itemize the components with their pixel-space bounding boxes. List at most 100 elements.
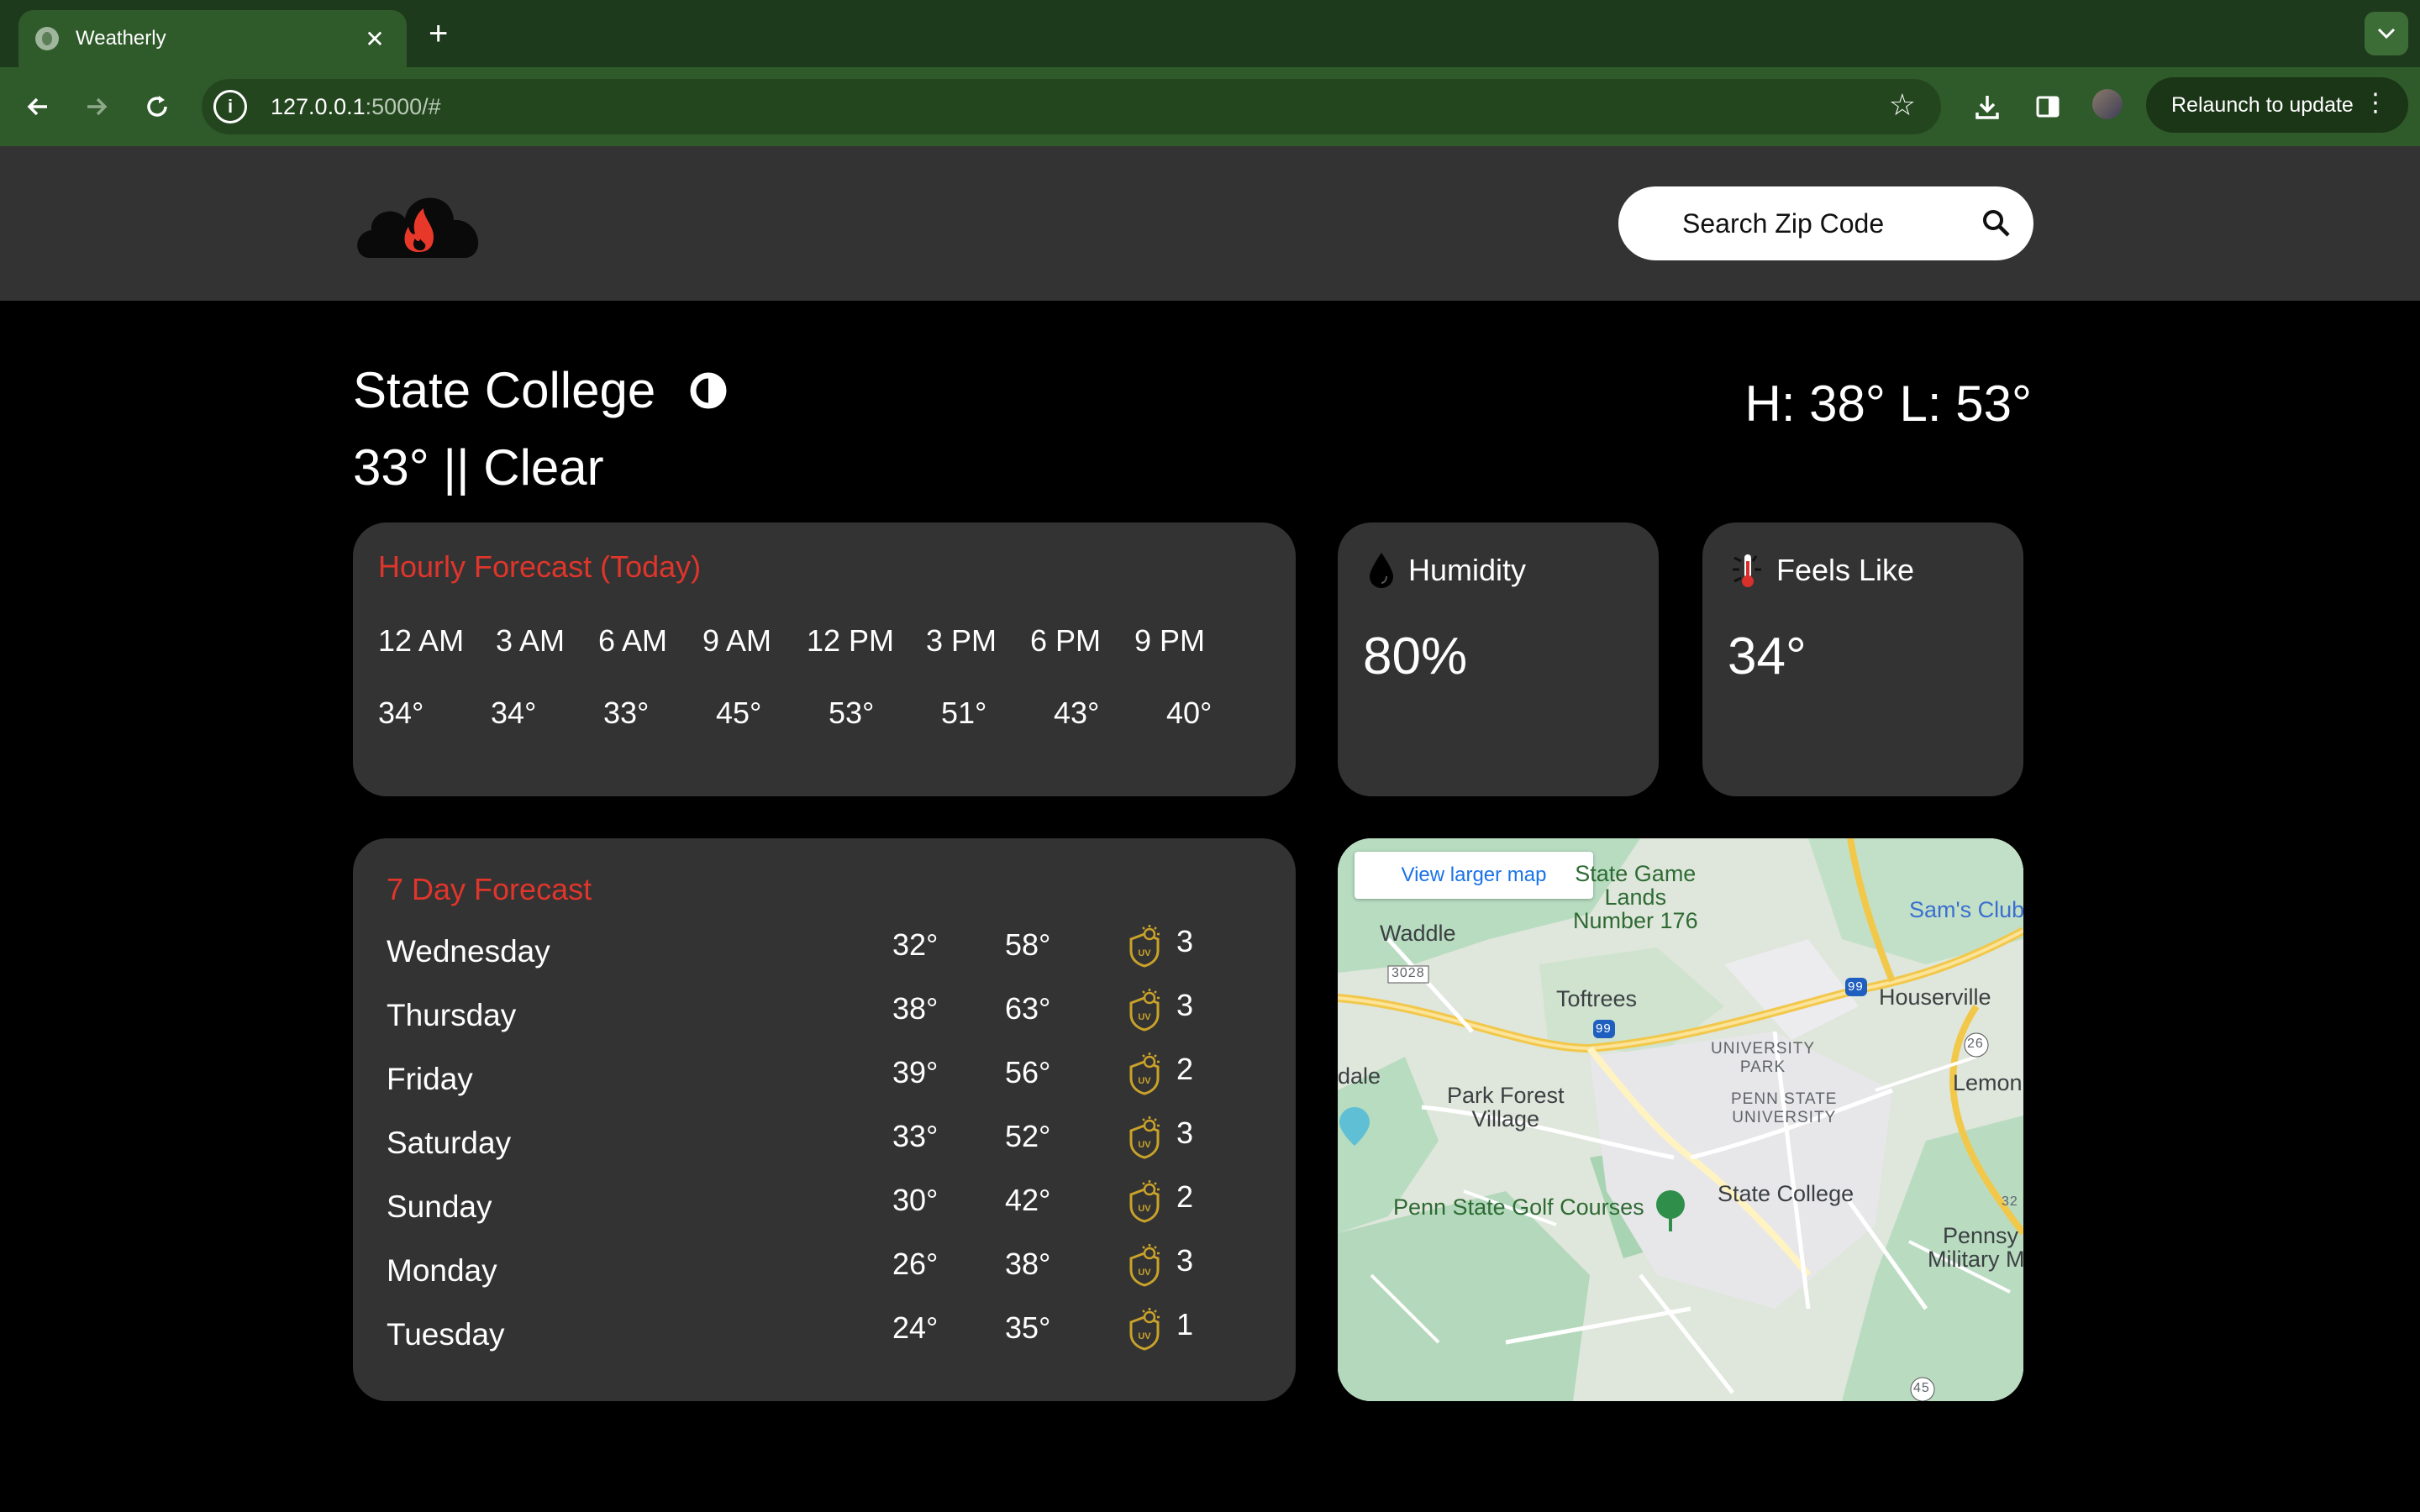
day-low-temp: 39° [892,1055,939,1089]
map-label: Pennsy [1943,1223,2019,1248]
hour-temp: 53° [829,696,875,730]
feels-like-value: 34° [1728,627,1807,685]
map-label: State Game Lands Number 176 [1573,861,1698,933]
browser-toolbar: i 127.0.0.1:5000/# ☆ [0,67,2420,146]
arrow-right-icon [87,97,108,116]
uv-index-icon: UV [1129,1244,1160,1287]
forward-button[interactable] [76,86,118,128]
profile-avatar[interactable] [2092,89,2123,119]
globe-icon [35,27,59,50]
current-summary: 33° || Clear [353,439,604,496]
reload-button[interactable] [136,86,178,128]
map-embed[interactable]: View larger map State Game Lands Number … [1338,838,2023,1401]
bookmark-star-icon[interactable]: ☆ [1889,87,1916,123]
uv-index-value: 3 [1176,988,1194,1022]
svg-text:UV: UV [1138,948,1151,958]
map-label: Toftrees [1556,986,1638,1011]
forecast-day-row: Sunday 30° 42° UV 2 [353,1179,1296,1247]
day-name: Friday [387,1062,473,1096]
high-low: H: 38° L: 53° [1744,375,2032,432]
forecast-day-row: Monday 26° 38° UV 3 [353,1243,1296,1310]
hour-label: 12 AM [378,623,465,658]
app-header: Search Zip Code [0,146,2420,301]
svg-text:UV: UV [1138,1012,1151,1022]
humidity-label: Humidity [1408,553,1527,587]
view-larger-map-link[interactable]: View larger map [1355,852,1593,899]
map-label: Penn State Golf Courses [1393,1194,1644,1220]
fire-cloud-logo-icon[interactable] [353,186,487,262]
svg-text:UV: UV [1138,1268,1151,1278]
search-icon[interactable] [1960,186,2033,260]
uv-index-icon: UV [1129,1116,1160,1159]
side-panel-icon [2036,96,2060,118]
site-info-icon[interactable]: i [213,90,247,123]
day-name: Monday [387,1253,497,1288]
back-button[interactable] [17,86,59,128]
forecast-day-row: Tuesday 24° 35° UV 1 [353,1307,1296,1374]
hour-temp: 34° [378,696,424,730]
hour-temp: 40° [1166,696,1213,730]
map-label: 3028 [1392,966,1425,980]
svg-text:UV: UV [1138,1140,1151,1150]
day-name: Saturday [387,1126,512,1160]
day-name: Wednesday [387,934,550,969]
uv-index-icon: UV [1129,1180,1160,1223]
hour-temp: 33° [603,696,650,730]
browser-tab[interactable]: Weatherly ✕ [18,10,407,67]
water-drop-icon [1370,553,1393,588]
tab-search-button[interactable] [2365,12,2408,55]
hour-label: 3 PM [926,623,997,658]
day-high-temp: 52° [1005,1119,1051,1153]
day-low-temp: 33° [892,1119,939,1153]
relaunch-button[interactable]: Relaunch to update ⋮ [2146,77,2408,133]
forecast-day-row: Friday 39° 56° UV 2 [353,1052,1296,1119]
humidity-card: Humidity 80% [1338,522,1659,796]
tab-title: Weatherly [76,27,166,50]
zip-search-input[interactable]: Search Zip Code [1682,208,1960,239]
uv-index-value: 2 [1176,1052,1194,1086]
day-low-temp: 24° [892,1310,939,1345]
map-label: UNIVERSITY PARK [1711,1040,1816,1076]
uv-index-value: 1 [1176,1307,1194,1341]
svg-text:UV: UV [1138,1331,1151,1341]
city-name: State College [353,362,656,418]
hour-label: 3 AM [496,623,566,658]
hour-temp: 43° [1054,696,1100,730]
map-label: Houserville [1879,984,1991,1010]
hour-label: 6 AM [598,623,668,658]
chevron-down-icon [2377,28,2396,39]
day-high-temp: 42° [1005,1183,1051,1217]
hour-temp: 45° [716,696,762,730]
download-button[interactable] [1965,84,2010,129]
zip-search-bar[interactable]: Search Zip Code [1618,186,2033,260]
day-name: Tuesday [387,1317,505,1352]
close-tab-button[interactable]: ✕ [360,25,390,53]
forecast-day-row: Thursday 38° 63° UV 3 [353,988,1296,1055]
feels-like-card: Feels Like 34° [1702,522,2023,796]
hour-label: 6 PM [1030,623,1102,658]
forecast-day-row: Saturday 33° 52° UV 3 [353,1116,1296,1183]
url-path: :5000/# [365,93,441,119]
day-high-temp: 35° [1005,1310,1051,1345]
address-bar[interactable]: i 127.0.0.1:5000/# ☆ [202,79,1941,134]
hour-temp: 51° [941,696,987,730]
new-tab-button[interactable]: + [429,13,448,54]
map-label: 45 [1913,1381,1930,1395]
map-label: PENN STATE UNIVERSITY [1731,1090,1838,1126]
map-label: 32 [2002,1194,2018,1209]
kebab-menu-icon[interactable]: ⋮ [2363,89,2388,118]
side-panel-button[interactable] [2025,84,2070,129]
uv-index-value: 3 [1176,1243,1194,1278]
uv-index-value: 2 [1176,1179,1194,1214]
hour-label: 12 PM [807,623,895,658]
day-high-temp: 56° [1005,1055,1051,1089]
hourly-forecast-card: Hourly Forecast (Today) 12 AM 3 AM 6 AM … [353,522,1296,796]
map-label: 26 [1967,1037,1984,1051]
browser-tab-strip: Weatherly ✕ + [0,0,2420,67]
forecast-day-row: Wednesday 32° 58° UV 3 [353,924,1296,991]
seven-day-forecast-card: 7 Day Forecast Wednesday 32° 58° UV 3 Thursda… [353,838,1296,1401]
day-low-temp: 38° [892,991,939,1026]
map-label: 99 [1848,979,1864,994]
uv-index-value: 3 [1176,1116,1194,1150]
map-label: Park Forest Village [1447,1083,1565,1131]
